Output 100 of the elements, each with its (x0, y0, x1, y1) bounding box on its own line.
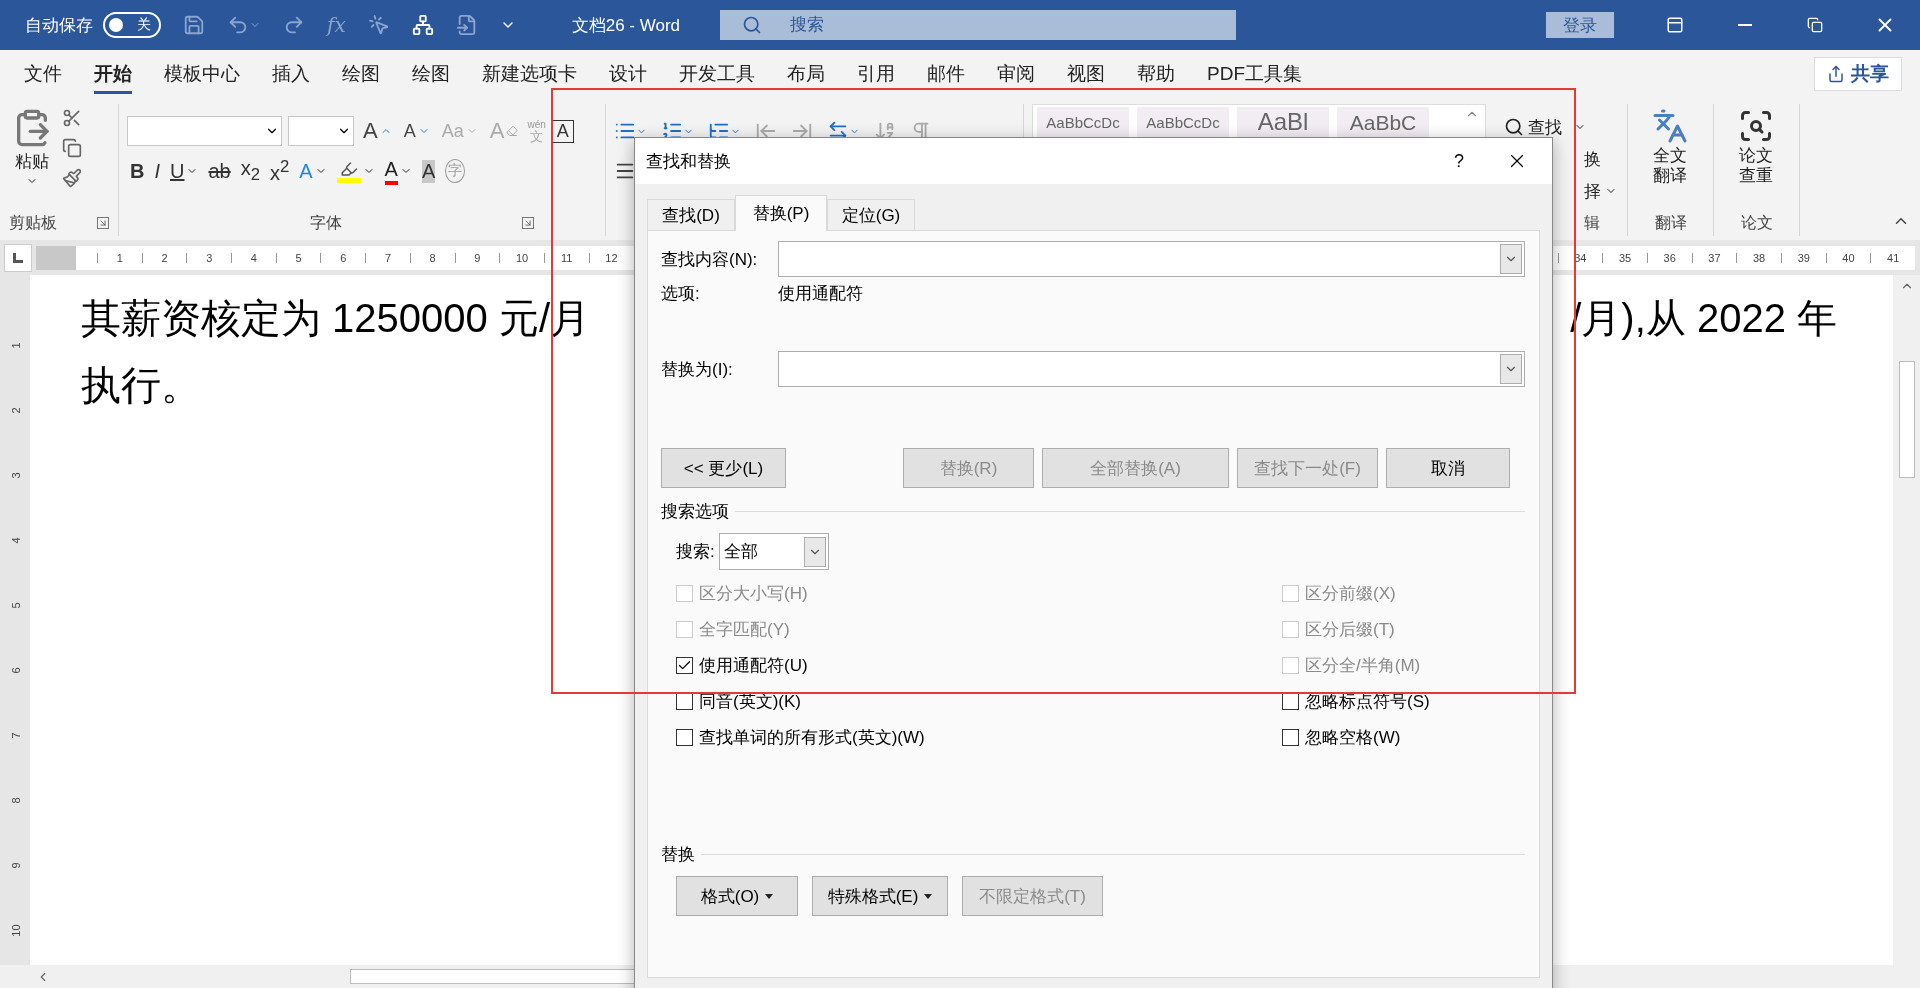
section-title: 搜索选项 (661, 501, 729, 523)
scrollbar-thumb[interactable] (1898, 361, 1915, 478)
ribbon-tab[interactable]: 绘图 (412, 54, 450, 94)
translate-icon (1652, 108, 1689, 144)
ruler-number: 11 (543, 252, 589, 263)
style-tile[interactable]: AaBbC (1337, 107, 1429, 137)
save-icon (183, 14, 205, 36)
dialog-button[interactable]: 取消 (1386, 448, 1510, 488)
ruler-number: 36 (1646, 252, 1692, 263)
field-label: 查找内容(N): (661, 248, 759, 271)
option-label: 全字匹配(Y) (699, 618, 790, 641)
vertical-scrollbar[interactable] (1893, 275, 1920, 965)
ruler-number: 40 (1825, 252, 1871, 263)
launcher-icon[interactable] (97, 217, 109, 229)
ribbon-tab[interactable]: 引用 (857, 54, 895, 94)
checkbox[interactable] (676, 656, 693, 674)
option-label: 区分后缀(T) (1305, 618, 1395, 641)
tab-selector[interactable] (4, 243, 32, 272)
replace-button[interactable]: 换 (1584, 144, 1617, 174)
ribbon-tab[interactable]: 布局 (787, 54, 825, 94)
option-label: 区分大小写(H) (699, 582, 808, 605)
ribbon-tab[interactable]: 开发工具 (679, 54, 755, 94)
format-button[interactable]: 格式(O) (676, 876, 798, 916)
window-title: 文档26 - Word (571, 14, 680, 37)
format-button[interactable]: B (127, 156, 148, 186)
ribbon-tab[interactable]: 视图 (1067, 54, 1105, 94)
share-button[interactable]: 共享 (1814, 57, 1902, 91)
ribbon-tab[interactable]: 邮件 (927, 54, 965, 94)
ruler-number: 8 (8, 797, 22, 804)
dialog-tab[interactable]: 查找(D) (647, 199, 735, 231)
ruler-number: 7 (8, 732, 22, 739)
ribbon-tab[interactable]: 模板中心 (164, 54, 240, 94)
ruler-number: 5 (275, 252, 321, 263)
paste-button[interactable]: 粘贴 (8, 104, 56, 210)
dialog-button[interactable]: << 更少(L) (661, 448, 786, 488)
launcher-icon[interactable] (522, 217, 534, 229)
paper-check-button[interactable]: 论文查重 (1733, 104, 1780, 210)
ribbon-tab[interactable]: PDF工具集 (1207, 54, 1302, 94)
dialog-tab[interactable]: 替换(P) (735, 195, 827, 231)
group-label: 字体 (310, 212, 342, 233)
ruler-margin (36, 245, 76, 270)
checkbox[interactable] (1282, 728, 1299, 746)
format-painter-icon (62, 168, 82, 188)
document-icon (455, 14, 478, 36)
format-button[interactable]: A (381, 156, 415, 186)
ribbon-tab[interactable]: 新建选项卡 (482, 54, 577, 94)
ribbon-tab[interactable]: 设计 (609, 54, 647, 94)
help-button[interactable]: ? (1436, 138, 1482, 184)
ribbon-tab[interactable]: 帮助 (1137, 54, 1175, 94)
shrink-font-button[interactable]: A (400, 116, 433, 146)
format-button[interactable]: x$^{2}$ (267, 156, 293, 186)
style-tile[interactable]: AaBbCcDc (1037, 107, 1129, 137)
ruler-number: 7 (365, 252, 410, 263)
dialog-tab[interactable]: 定位(G) (827, 199, 915, 231)
style-tile[interactable]: AaBl (1237, 107, 1329, 137)
select-button[interactable]: 择 (1584, 176, 1617, 206)
ribbon-tab[interactable]: 插入 (272, 54, 310, 94)
format-button[interactable]: 特殊格式(E) (812, 876, 948, 916)
checkbox[interactable] (676, 728, 693, 746)
ruler-number: 35 (1602, 252, 1647, 263)
ribbon-tab[interactable]: 审阅 (997, 54, 1035, 94)
character-border-button[interactable]: A (551, 119, 574, 143)
dropdown-button[interactable] (1500, 354, 1522, 384)
font-name-field[interactable] (127, 116, 282, 146)
ribbon-tab[interactable]: 开始 (94, 54, 132, 94)
ruler-number: 3 (186, 252, 232, 263)
format-button[interactable]: x$_{2}$ (237, 156, 263, 186)
style-tile[interactable]: AaBbCcDc (1137, 107, 1229, 137)
document-text: 执行。 (81, 362, 201, 409)
autosave-toggle[interactable]: 关 (103, 12, 161, 38)
ruler-number: 5 (8, 602, 22, 609)
search-field[interactable]: 搜索 (720, 10, 1236, 40)
ruler-number: 38 (1736, 252, 1781, 263)
grow-font-button[interactable]: A (360, 116, 395, 146)
find-button[interactable]: 查找 (1504, 112, 1617, 142)
ruler-number: 2 (8, 407, 22, 414)
copy-icon (62, 138, 82, 158)
ruler-number: 2 (141, 252, 187, 263)
font-size-field[interactable] (288, 116, 354, 146)
ruler-number: 1 (97, 252, 142, 263)
autosave-label: 自动保存 (25, 14, 93, 37)
ruler-number: 9 (8, 862, 22, 869)
replace-field[interactable] (778, 351, 1525, 387)
org-chart-icon (411, 14, 434, 36)
group-label: 辑 (1584, 212, 1600, 233)
format-button[interactable]: U (167, 156, 202, 186)
ruler-number: 10 (8, 924, 22, 937)
dropdown-button[interactable] (1500, 244, 1522, 274)
field-label: 替换为(I): (661, 358, 734, 381)
share-icon (1827, 65, 1845, 83)
option-label: 使用通配符(U) (699, 654, 808, 677)
translate-button[interactable]: 全文翻译 (1647, 104, 1694, 210)
format-button[interactable]: ab (205, 156, 234, 186)
sign-in-button[interactable]: 登录 (1546, 12, 1614, 38)
find-field[interactable] (778, 241, 1525, 277)
options-value: 使用通配符 (778, 282, 863, 305)
ribbon-tab[interactable]: 文件 (24, 54, 62, 94)
search-direction-select[interactable]: 全部 (718, 533, 829, 570)
format-button[interactable]: I (151, 156, 163, 186)
ribbon-tab[interactable]: 绘图 (342, 54, 380, 94)
